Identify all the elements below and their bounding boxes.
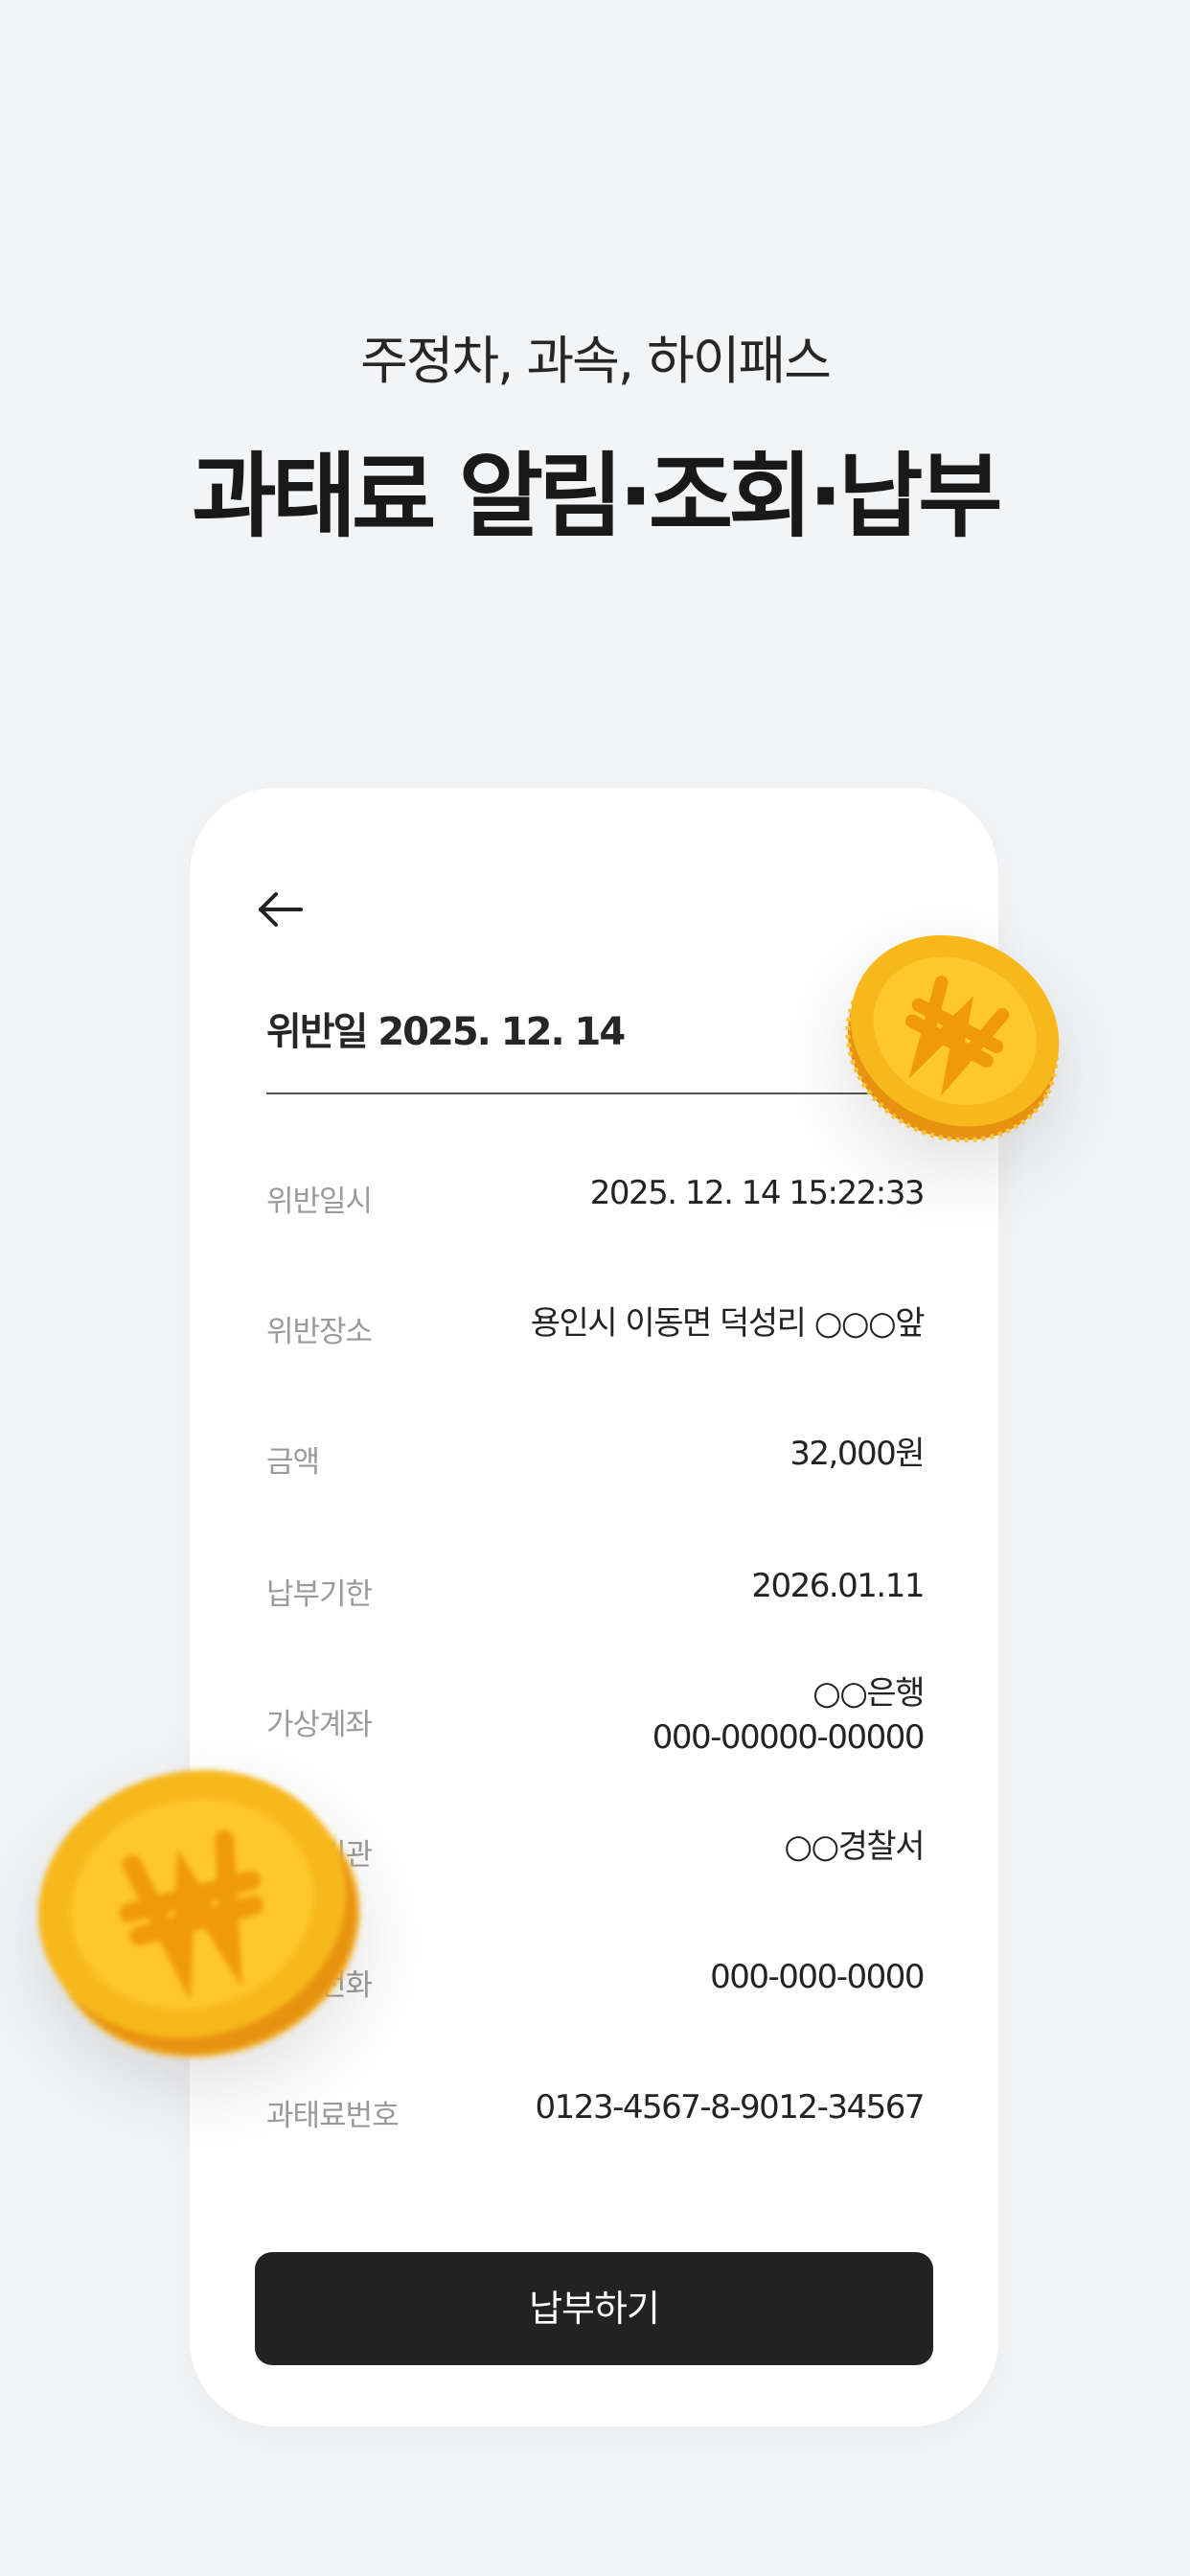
row-label-virtual-account: 가상계좌 [266, 1708, 373, 1742]
row-label-amount: 금액 [266, 1445, 320, 1480]
row-value-due-date: 2026.01.11 [751, 1567, 925, 1605]
virtual-account-number: 000-00000-00000 [652, 1718, 926, 1757]
row-label-violation-datetime: 위반일시 [266, 1184, 373, 1219]
row-value-agency-phone: 000-000-0000 [710, 1958, 925, 1996]
won-coin-icon [38, 1769, 362, 2059]
virtual-account-bank: ○○은행 [812, 1674, 925, 1713]
divider [266, 1092, 924, 1094]
pay-button[interactable]: 납부하기 [255, 2252, 933, 2365]
row-value-agency: ○○경찰서 [784, 1828, 925, 1866]
row-value-violation-datetime: 2025. 12. 14 15:22:33 [589, 1174, 926, 1212]
won-coin-icon [845, 934, 1060, 1143]
row-label-due-date: 납부기한 [266, 1577, 373, 1612]
hero-subtitle: 주정차, 과속, 하이패스 [360, 331, 832, 391]
row-label-violation-location: 위반장소 [266, 1315, 373, 1349]
violation-date-heading: 위반일 2025. 12. 14 [266, 1010, 626, 1054]
hero-title: 과태료 알림·조회·납부 [192, 443, 1002, 550]
row-label-fine-number: 과태료번호 [266, 2099, 400, 2133]
row-value-fine-number: 0123-4567-8-9012-34567 [535, 2088, 926, 2127]
row-value-amount: 32,000원 [790, 1435, 925, 1473]
row-value-virtual-account: ○○은행 000-00000-00000 [652, 1671, 926, 1760]
arrow-left-icon[interactable] [255, 884, 307, 935]
row-value-violation-location: 용인시 이동면 덕성리 ○○○앞 [530, 1304, 926, 1343]
